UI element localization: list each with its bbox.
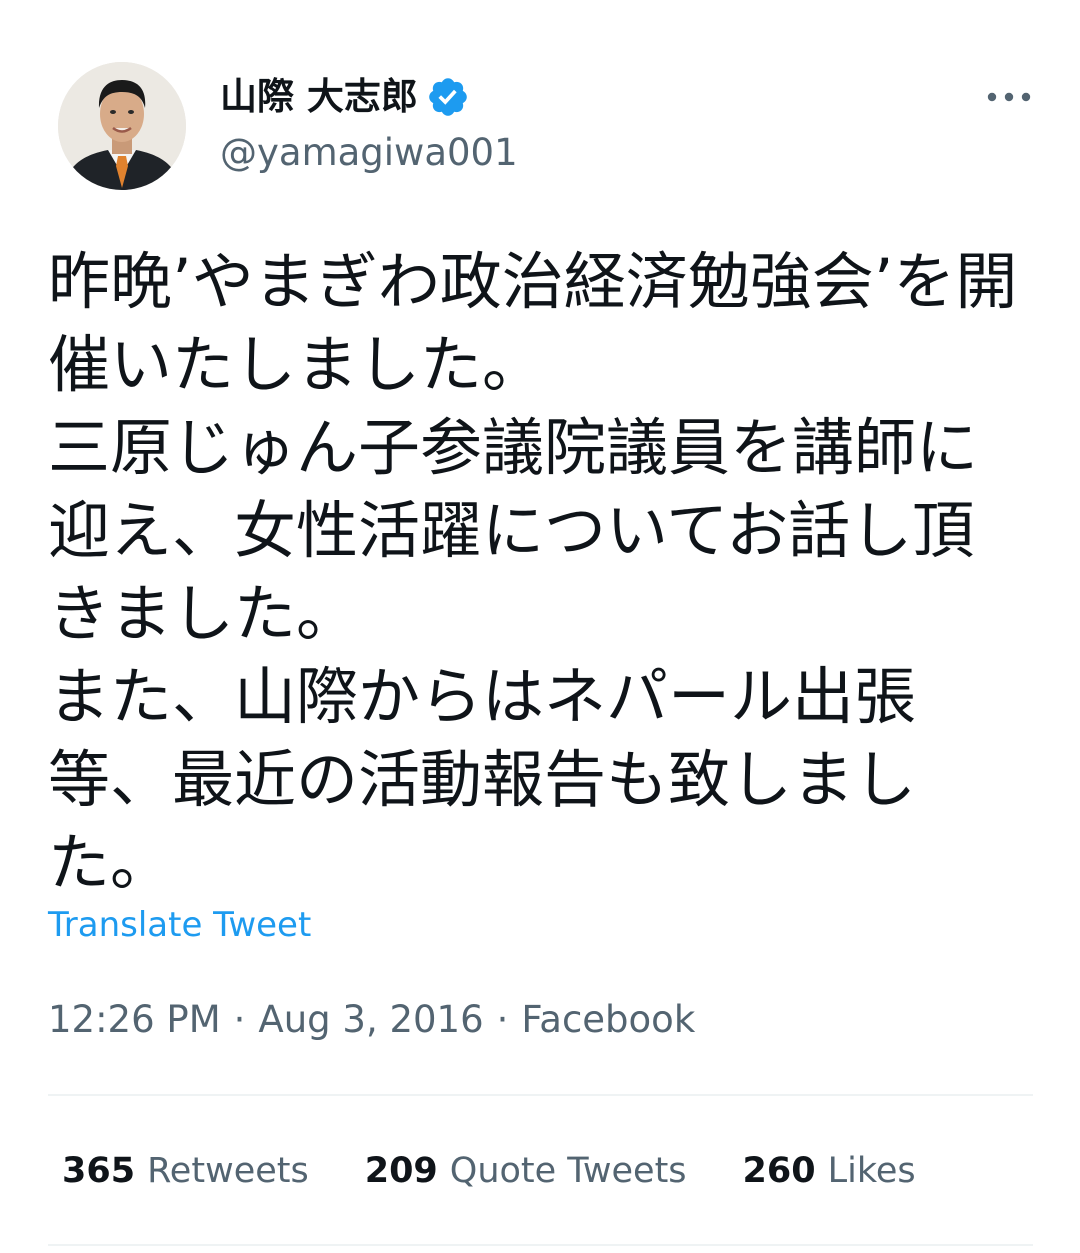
retweets-count: 365 [62, 1151, 136, 1191]
quote-tweets-stat[interactable]: 209 Quote Tweets [365, 1146, 687, 1196]
author-handle[interactable]: @yamagiwa001 [220, 128, 518, 178]
meta-separator: · [233, 998, 246, 1041]
likes-stat[interactable]: 260 Likes [743, 1146, 916, 1196]
author-name-row[interactable]: 山際 大志郎 [220, 72, 470, 122]
display-name[interactable]: 山際 大志郎 [220, 72, 418, 122]
divider [48, 1094, 1033, 1096]
tweet-source[interactable]: Facebook [521, 994, 695, 1046]
meta-separator: · [496, 998, 509, 1041]
quote-tweets-count: 209 [364, 1151, 438, 1191]
retweets-stat[interactable]: 365 Retweets [62, 1146, 309, 1196]
quote-tweets-label: Quote Tweets [449, 1151, 687, 1191]
engagement-stats: 365 Retweets 209 Quote Tweets 260 Likes [62, 1146, 972, 1196]
translate-tweet-link[interactable]: Translate Tweet [48, 902, 311, 948]
divider [48, 1244, 1033, 1246]
likes-label: Likes [827, 1151, 916, 1191]
profile-photo-icon [58, 62, 186, 190]
likes-count: 260 [742, 1151, 816, 1191]
tweet-detail: 山際 大志郎 @yamagiwa001 昨晩’やまぎわ政治経済勉強会’を開催いた… [0, 0, 1080, 1253]
retweets-label: Retweets [147, 1151, 309, 1191]
tweet-text: 昨晩’やまぎわ政治経済勉強会’を開催いたしました。 三原じゅん子参議院議員を講師… [48, 245, 1018, 899]
avatar[interactable] [58, 62, 186, 190]
verified-badge-icon [426, 75, 470, 119]
tweet-time[interactable]: 12:26 PM [48, 994, 221, 1046]
more-options-icon[interactable] [984, 80, 1034, 114]
tweet-date[interactable]: Aug 3, 2016 [258, 994, 483, 1046]
tweet-meta: 12:26 PM · Aug 3, 2016 · Facebook [48, 994, 695, 1046]
